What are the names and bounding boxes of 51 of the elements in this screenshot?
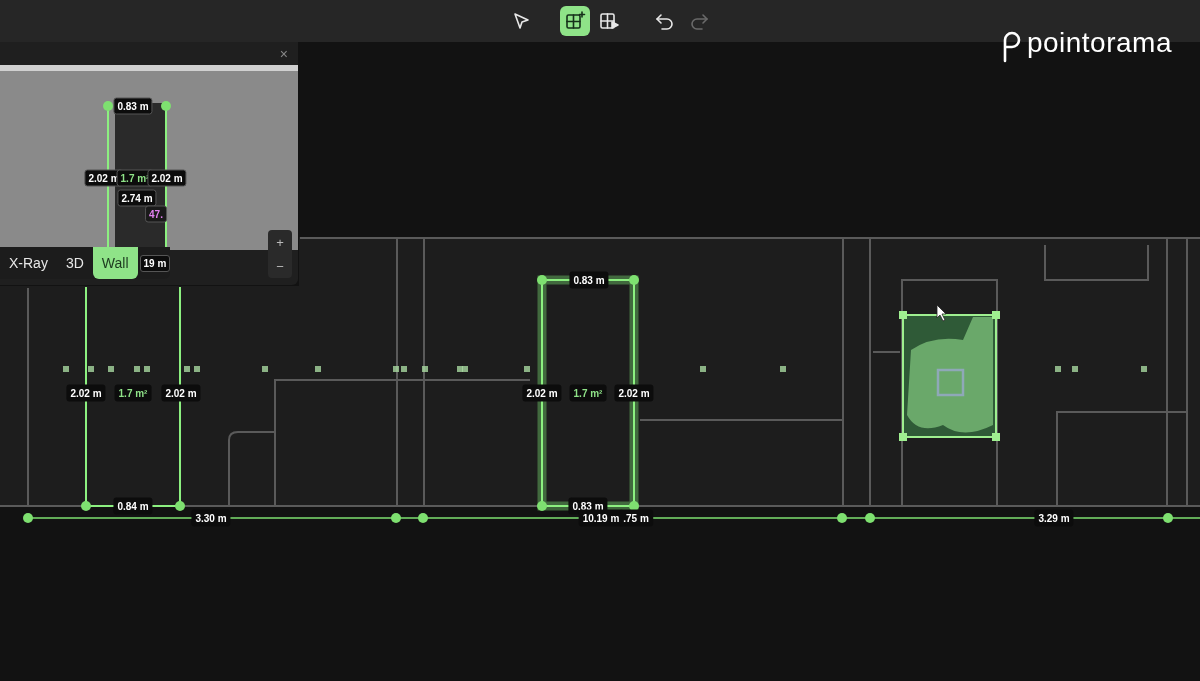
dimension-label: 2.02 m bbox=[66, 384, 106, 402]
point-marker bbox=[700, 366, 706, 372]
point-marker bbox=[780, 366, 786, 372]
angle-label: 47. bbox=[145, 205, 167, 223]
dimension-label: 19 m bbox=[139, 254, 171, 272]
dimension-label: 3.30 m bbox=[191, 509, 231, 527]
dimension-handle[interactable] bbox=[418, 513, 428, 523]
dimension-label: 3.29 m bbox=[1034, 509, 1074, 527]
dimension-handle[interactable] bbox=[391, 513, 401, 523]
dimension-label: 0.84 m bbox=[113, 497, 153, 515]
logo-text: pointorama bbox=[1026, 28, 1172, 58]
point-marker bbox=[1072, 366, 1078, 372]
window-opening[interactable] bbox=[899, 311, 1000, 441]
add-opening-tool-button[interactable] bbox=[560, 6, 590, 36]
area-label: 1.7 m² bbox=[569, 384, 607, 402]
dimension-handle[interactable] bbox=[837, 513, 847, 523]
point-marker bbox=[1055, 366, 1061, 372]
dimension-label: 2.02 m bbox=[522, 384, 562, 402]
point-marker bbox=[194, 366, 200, 372]
point-marker bbox=[144, 366, 150, 372]
point-marker bbox=[108, 366, 114, 372]
dimension-label: 0.83 m bbox=[569, 271, 609, 289]
zoom-out-button[interactable]: − bbox=[268, 254, 292, 278]
cursor-icon bbox=[936, 304, 947, 322]
dimension-handle[interactable] bbox=[23, 513, 33, 523]
dimension-label: 2.02 m bbox=[161, 384, 201, 402]
point-marker bbox=[422, 366, 428, 372]
point-marker bbox=[315, 366, 321, 372]
dimension-label: 0.83 m bbox=[113, 97, 153, 115]
dimension-label: 2.74 m bbox=[117, 189, 157, 207]
close-button[interactable]: × bbox=[275, 45, 292, 62]
dimension-handle[interactable] bbox=[865, 513, 875, 523]
point-marker bbox=[134, 366, 140, 372]
point-marker bbox=[88, 366, 94, 372]
point-marker bbox=[1141, 366, 1147, 372]
point-marker bbox=[184, 366, 190, 372]
zoom-in-button[interactable]: + bbox=[268, 230, 292, 254]
grid-play-icon bbox=[598, 10, 620, 32]
dimension-label: 2.02 m bbox=[614, 384, 654, 402]
grid-plus-icon bbox=[564, 10, 586, 32]
point-marker bbox=[393, 366, 399, 372]
area-label: 1.7 m² bbox=[114, 384, 152, 402]
dimension-label: 2.02 m bbox=[147, 169, 187, 187]
point-marker bbox=[524, 366, 530, 372]
dimension-handle[interactable] bbox=[1163, 513, 1173, 523]
view-tab[interactable]: X-Ray bbox=[0, 247, 57, 279]
point-marker bbox=[262, 366, 268, 372]
point-marker bbox=[63, 366, 69, 372]
view-tab[interactable]: 3D bbox=[56, 247, 93, 279]
point-marker bbox=[401, 366, 407, 372]
view-tab[interactable]: Wall bbox=[92, 247, 138, 279]
